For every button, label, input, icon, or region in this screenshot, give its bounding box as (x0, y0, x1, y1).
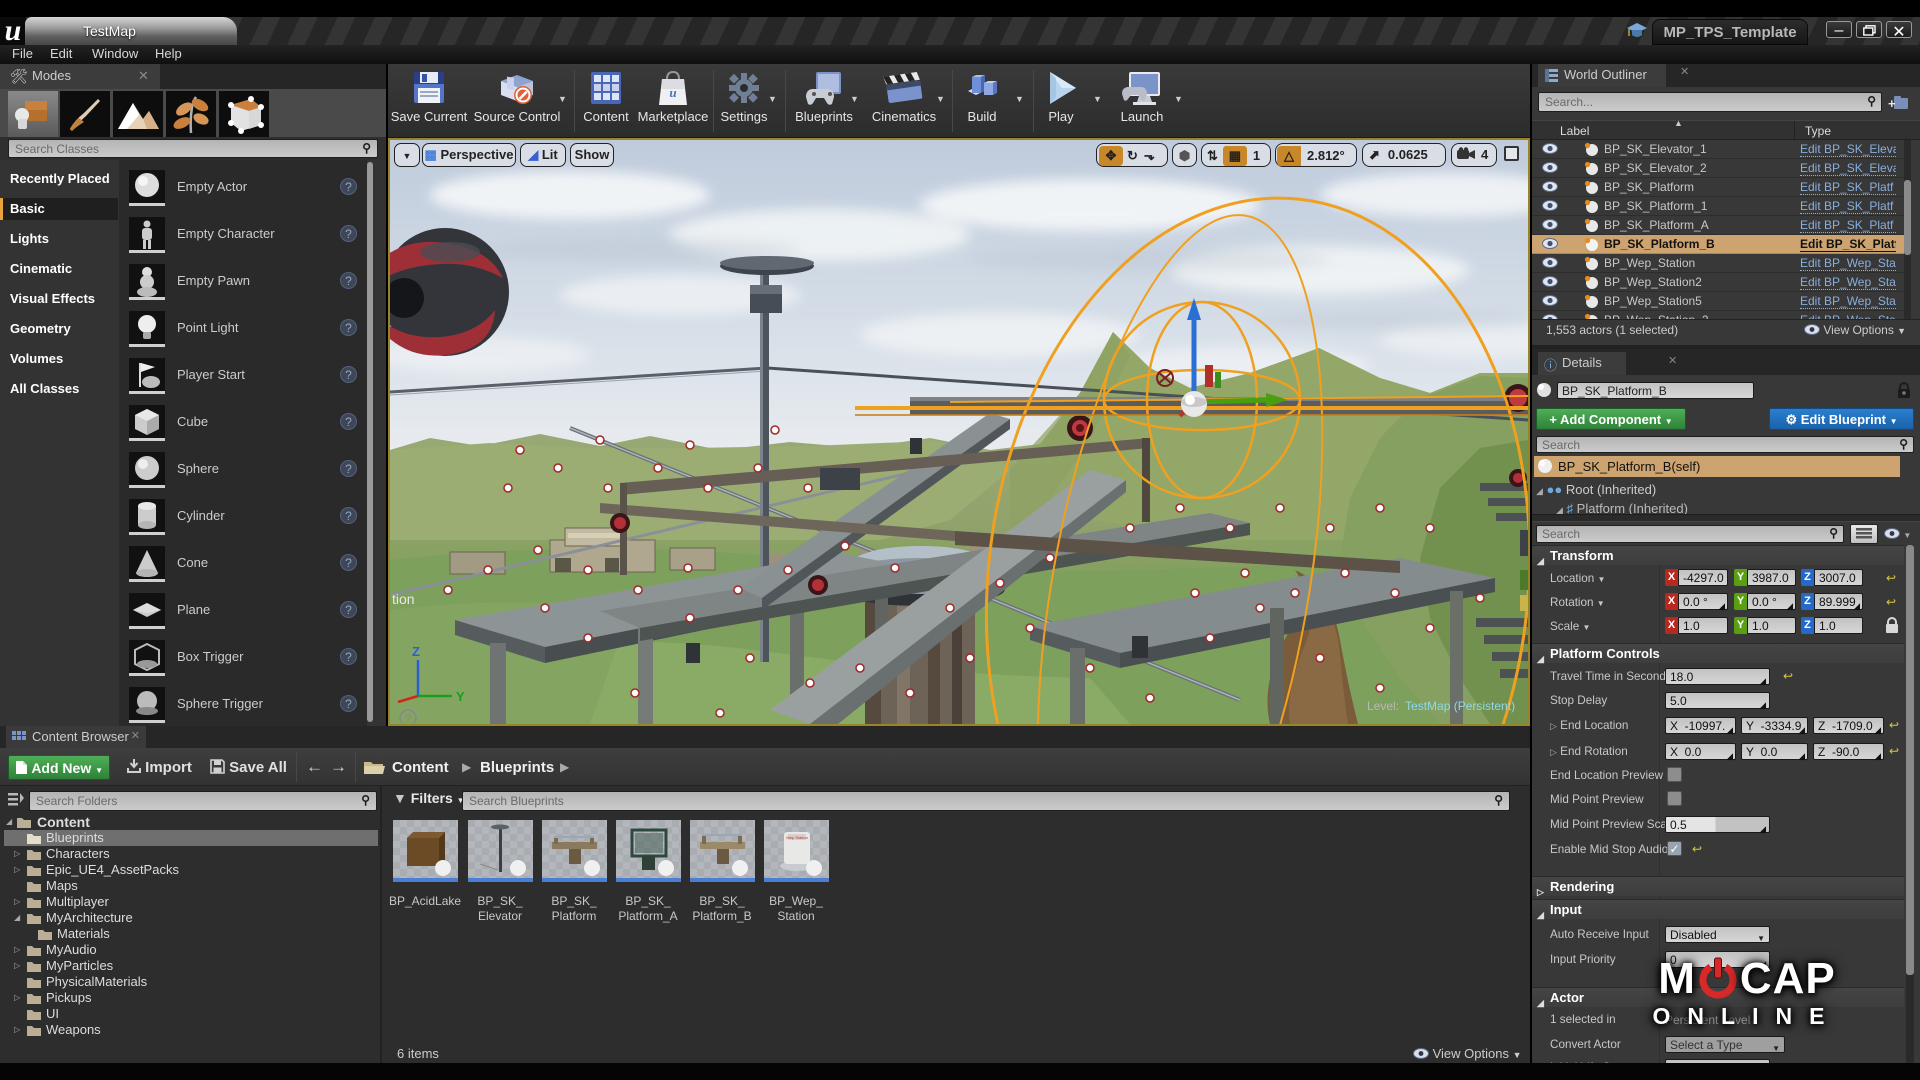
svg-text:Y: Y (456, 689, 465, 704)
svg-text:u: u (669, 85, 676, 100)
svg-text:tion: tion (392, 591, 415, 607)
svg-text:+: + (1888, 96, 1896, 111)
svg-text:Z: Z (412, 644, 420, 659)
svg-text:Wep Station: Wep Station (786, 835, 808, 840)
svg-text:?: ? (405, 713, 411, 724)
svg-text:Level:TestMap (Persistent): Level:TestMap (Persistent) (1367, 699, 1515, 713)
